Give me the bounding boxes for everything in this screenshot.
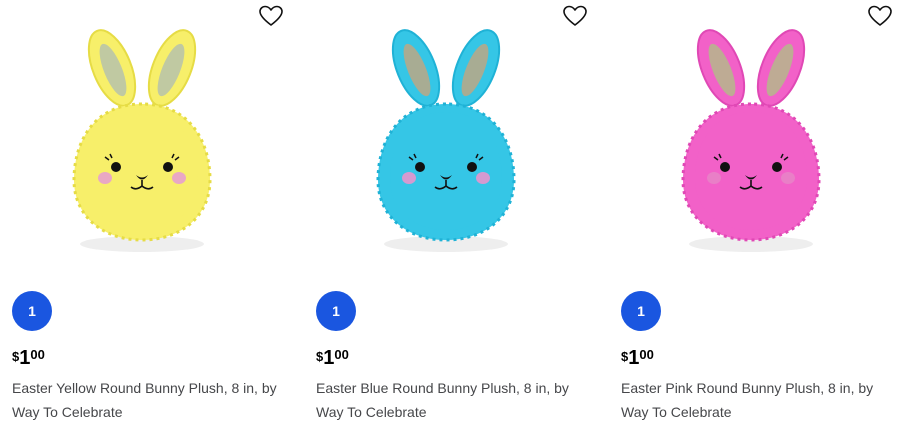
price-currency: $ [621,349,629,364]
bunny-ear-left [87,29,137,107]
product-card[interactable]: 1 $100 Easter Yellow Round Bunny Plush, … [0,0,290,426]
product-image[interactable] [12,12,272,262]
price-cents: 00 [30,347,45,362]
product-title-link[interactable]: Easter Blue Round Bunny Plush, 8 in, by … [316,376,586,424]
product-card[interactable]: 1 $100 Easter Blue Round Bunny Plush, 8 … [304,0,594,426]
price-cents: 00 [334,347,349,362]
price-dollars: 1 [323,347,335,369]
product-title-link[interactable]: Easter Yellow Round Bunny Plush, 8 in, b… [12,376,282,424]
price-dollars: 1 [628,347,640,369]
bunny-ear-right [756,29,806,107]
product-grid: 1 $100 Easter Yellow Round Bunny Plush, … [0,0,913,426]
bunny-ear-right [147,29,197,107]
quantity-badge[interactable]: 1 [12,291,52,331]
quantity-badge[interactable]: 1 [316,291,356,331]
product-card[interactable]: 1 $100 Easter Pink Round Bunny Plush, 8 … [609,0,899,426]
product-price: $100 [12,346,45,370]
quantity-badge[interactable]: 1 [621,291,661,331]
product-title-link[interactable]: Easter Pink Round Bunny Plush, 8 in, by … [621,376,891,424]
price-dollars: 1 [19,347,31,369]
product-image[interactable] [316,12,576,262]
bunny-ear-right [451,29,501,107]
bunny-ear-left [391,29,441,107]
price-currency: $ [316,349,324,364]
product-price: $100 [316,346,349,370]
price-currency: $ [12,349,20,364]
product-price: $100 [621,346,654,370]
bunny-ear-left [696,29,746,107]
product-image[interactable] [621,12,881,262]
price-cents: 00 [639,347,654,362]
